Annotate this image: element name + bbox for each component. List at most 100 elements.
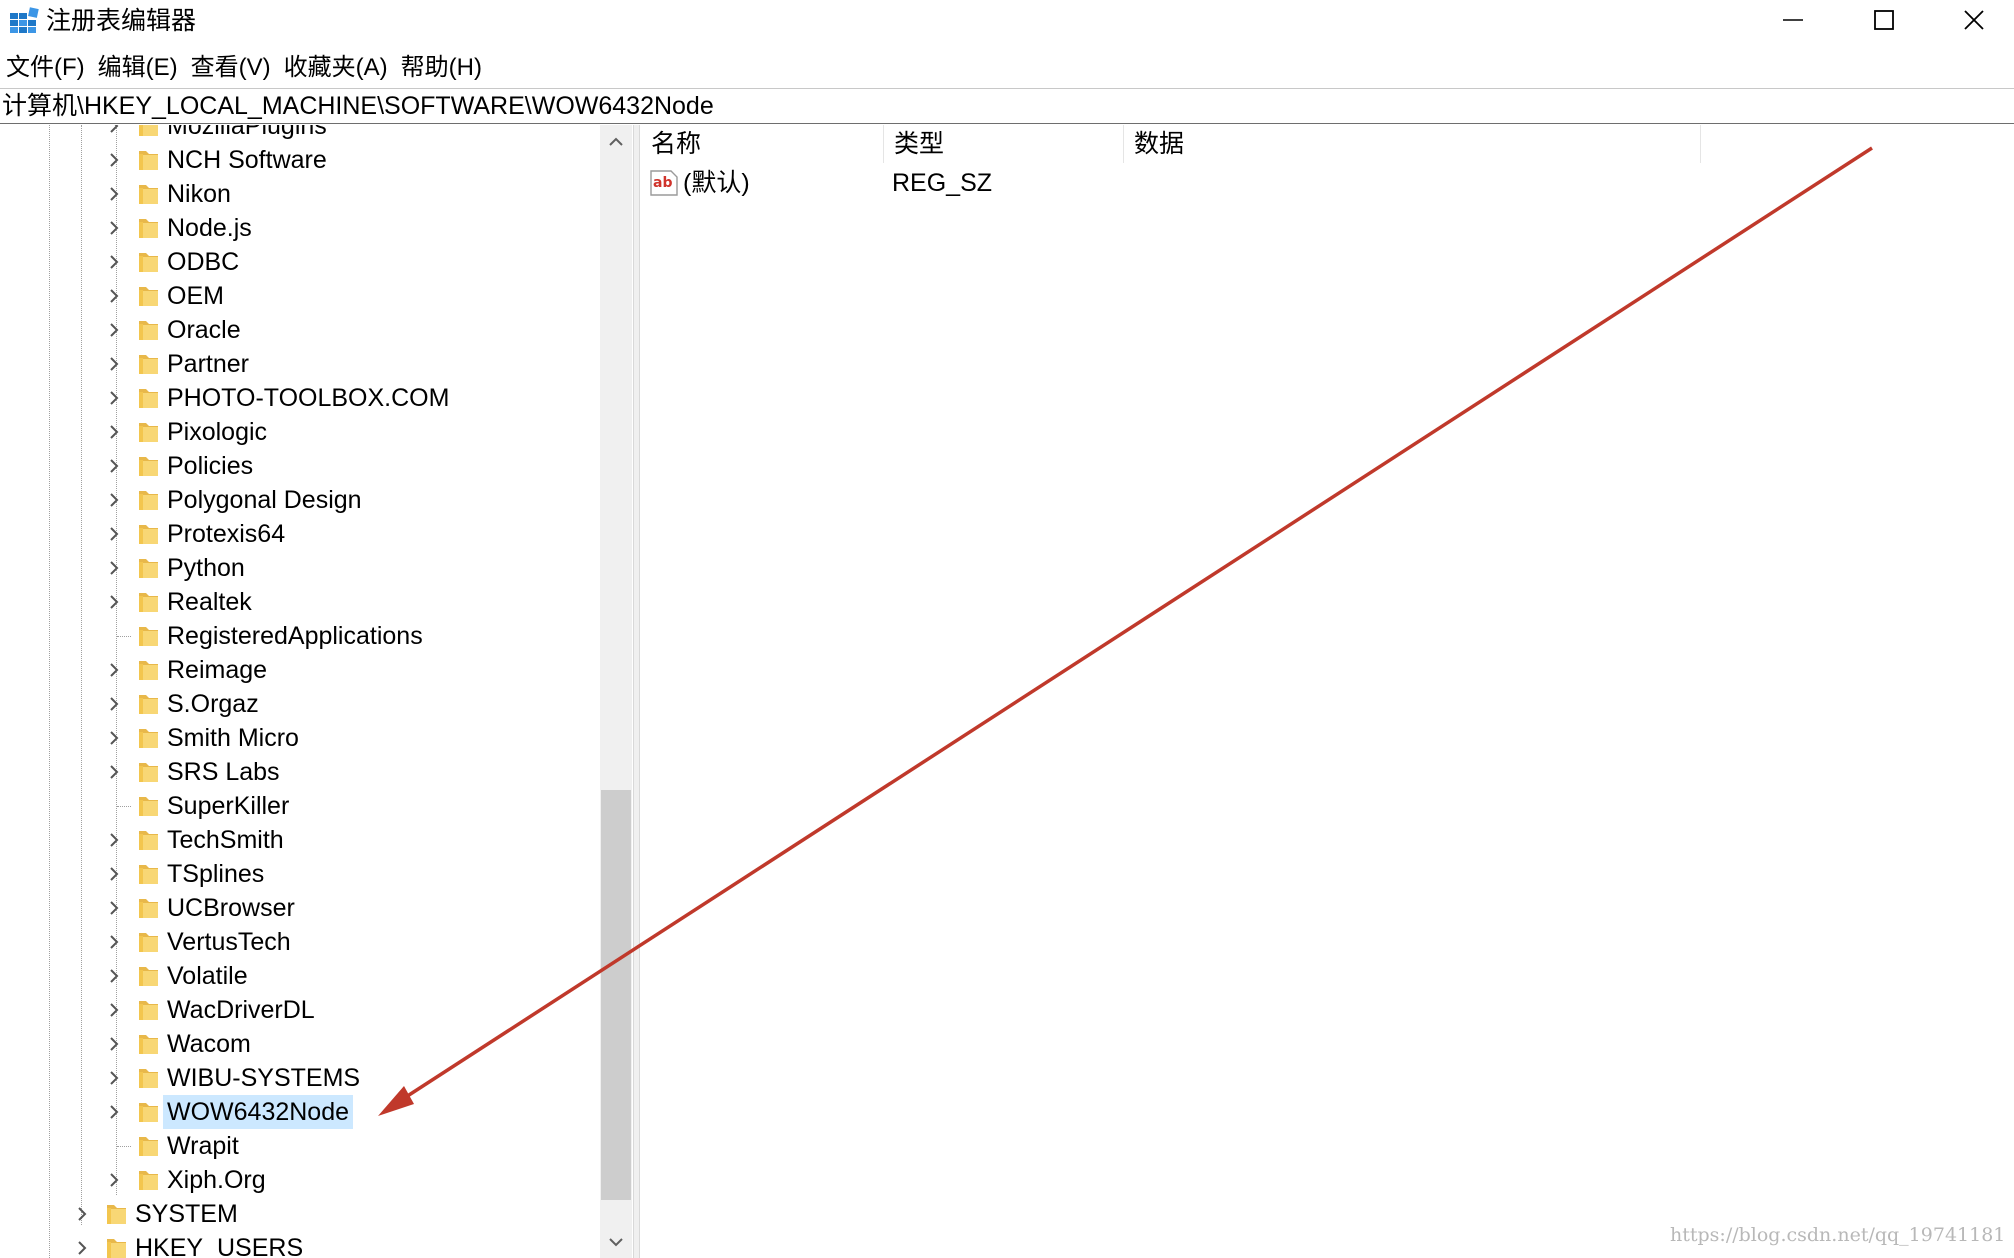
chevron-right-icon[interactable] [104,653,124,687]
column-name[interactable]: 名称 [641,125,884,163]
tree-item[interactable]: Volatile [0,959,600,993]
values-list[interactable]: 名称 类型 数据 ab (默认) REG_SZ [641,125,2014,1258]
menu-edit[interactable]: 编辑(E) [92,48,185,88]
scroll-up-icon[interactable] [607,133,625,151]
chevron-right-icon[interactable] [104,125,124,143]
chevron-right-icon[interactable] [104,721,124,755]
menu-help[interactable]: 帮助(H) [395,48,489,88]
minimize-button[interactable] [1749,0,1839,40]
tree-item[interactable]: PHOTO-TOOLBOX.COM [0,381,600,415]
menu-bar: 文件(F) 编辑(E) 查看(V) 收藏夹(A) 帮助(H) [0,48,489,88]
chevron-right-icon[interactable] [104,687,124,721]
tree-item[interactable]: VertusTech [0,925,600,959]
tree-item-label: HKEY_USERS [135,1234,304,1258]
chevron-right-icon[interactable] [104,891,124,925]
chevron-right-icon[interactable] [72,1231,92,1258]
chevron-right-icon[interactable] [104,959,124,993]
tree-item[interactable]: TSplines [0,857,600,891]
chevron-right-icon[interactable] [104,483,124,517]
maximize-button[interactable] [1840,0,1930,40]
address-bar[interactable]: 计算机\HKEY_LOCAL_MACHINE\SOFTWARE\WOW6432N… [0,88,2014,124]
tree-item[interactable]: Oracle [0,313,600,347]
tree-item[interactable]: NCH Software [0,143,600,177]
tree-item[interactable]: S.Orgaz [0,687,600,721]
tree-item[interactable]: Policies [0,449,600,483]
tree-item-label: Volatile [167,962,248,990]
chevron-right-icon[interactable] [104,347,124,381]
chevron-right-icon[interactable] [104,585,124,619]
tree-item[interactable]: SYSTEM [0,1197,600,1231]
tree-item[interactable]: Partner [0,347,600,381]
regedit-icon [10,7,39,33]
tree-item-label: Partner [167,350,249,378]
tree-item[interactable]: HKEY_USERS [0,1231,600,1258]
tree-item[interactable]: SRS Labs [0,755,600,789]
tree-item[interactable]: SuperKiller [0,789,600,823]
key-tree[interactable]: MozillaPlugins NCH Software Nikon Node.js OD… [0,125,632,1258]
chevron-right-icon[interactable] [104,1027,124,1061]
tree-item-label: Realtek [167,588,252,616]
chevron-right-icon[interactable] [104,245,124,279]
chevron-right-icon[interactable] [104,993,124,1027]
tree-item[interactable]: Wrapit [0,1129,600,1163]
tree-item[interactable]: Smith Micro [0,721,600,755]
chevron-right-icon[interactable] [104,279,124,313]
scroll-down-icon[interactable] [607,1233,625,1251]
tree-item[interactable]: RegisteredApplications [0,619,600,653]
tree-item[interactable]: WOW6432Node [0,1095,600,1129]
folder-icon [139,287,158,306]
menu-file[interactable]: 文件(F) [0,48,92,88]
chevron-right-icon[interactable] [104,143,124,177]
chevron-right-icon[interactable] [104,449,124,483]
tree-item[interactable]: Protexis64 [0,517,600,551]
tree-item[interactable]: Nikon [0,177,600,211]
chevron-right-icon[interactable] [104,415,124,449]
tree-item[interactable]: Reimage [0,653,600,687]
chevron-right-icon[interactable] [104,517,124,551]
column-type[interactable]: 类型 [884,125,1124,163]
tree-item[interactable]: Wacom [0,1027,600,1061]
chevron-right-icon[interactable] [104,313,124,347]
menu-view[interactable]: 查看(V) [185,48,278,88]
list-row[interactable]: ab (默认) REG_SZ [641,165,1641,201]
menu-favorites[interactable]: 收藏夹(A) [278,48,395,88]
tree-item[interactable]: ODBC [0,245,600,279]
folder-icon [139,831,158,850]
chevron-right-icon[interactable] [104,177,124,211]
tree-item[interactable]: MozillaPlugins [0,125,600,143]
tree-item[interactable]: Pixologic [0,415,600,449]
tree-item[interactable]: Node.js [0,211,600,245]
chevron-right-icon[interactable] [104,925,124,959]
tree-item[interactable]: Polygonal Design [0,483,600,517]
folder-icon [139,1171,158,1190]
tree-item[interactable]: OEM [0,279,600,313]
tree-item[interactable]: WIBU-SYSTEMS [0,1061,600,1095]
minimize-icon [1783,19,1803,21]
tree-item-label: Nikon [167,180,231,208]
tree-item-label: OEM [167,282,224,310]
column-data[interactable]: 数据 [1124,125,1701,163]
address-path[interactable]: 计算机\HKEY_LOCAL_MACHINE\SOFTWARE\WOW6432N… [2,89,714,123]
tree-item[interactable]: TechSmith [0,823,600,857]
tree-item[interactable]: UCBrowser [0,891,600,925]
tree-item[interactable]: Python [0,551,600,585]
chevron-right-icon[interactable] [104,823,124,857]
chevron-right-icon[interactable] [104,211,124,245]
pane-splitter[interactable] [633,125,640,1258]
tree-item-label: WacDriverDL [167,996,315,1024]
chevron-right-icon[interactable] [72,1197,92,1231]
chevron-right-icon[interactable] [104,1163,124,1197]
chevron-right-icon[interactable] [104,755,124,789]
tree-item[interactable]: Realtek [0,585,600,619]
tree-item[interactable]: WacDriverDL [0,993,600,1027]
tree-item[interactable]: Xiph.Org [0,1163,600,1197]
chevron-right-icon[interactable] [104,1061,124,1095]
scroll-thumb[interactable] [601,790,631,1200]
chevron-right-icon[interactable] [104,551,124,585]
close-button[interactable] [1930,0,2014,40]
chevron-right-icon[interactable] [104,381,124,415]
tree-scrollbar[interactable] [600,125,632,1258]
folder-icon [139,125,158,136]
chevron-right-icon[interactable] [104,1095,124,1129]
chevron-right-icon[interactable] [104,857,124,891]
